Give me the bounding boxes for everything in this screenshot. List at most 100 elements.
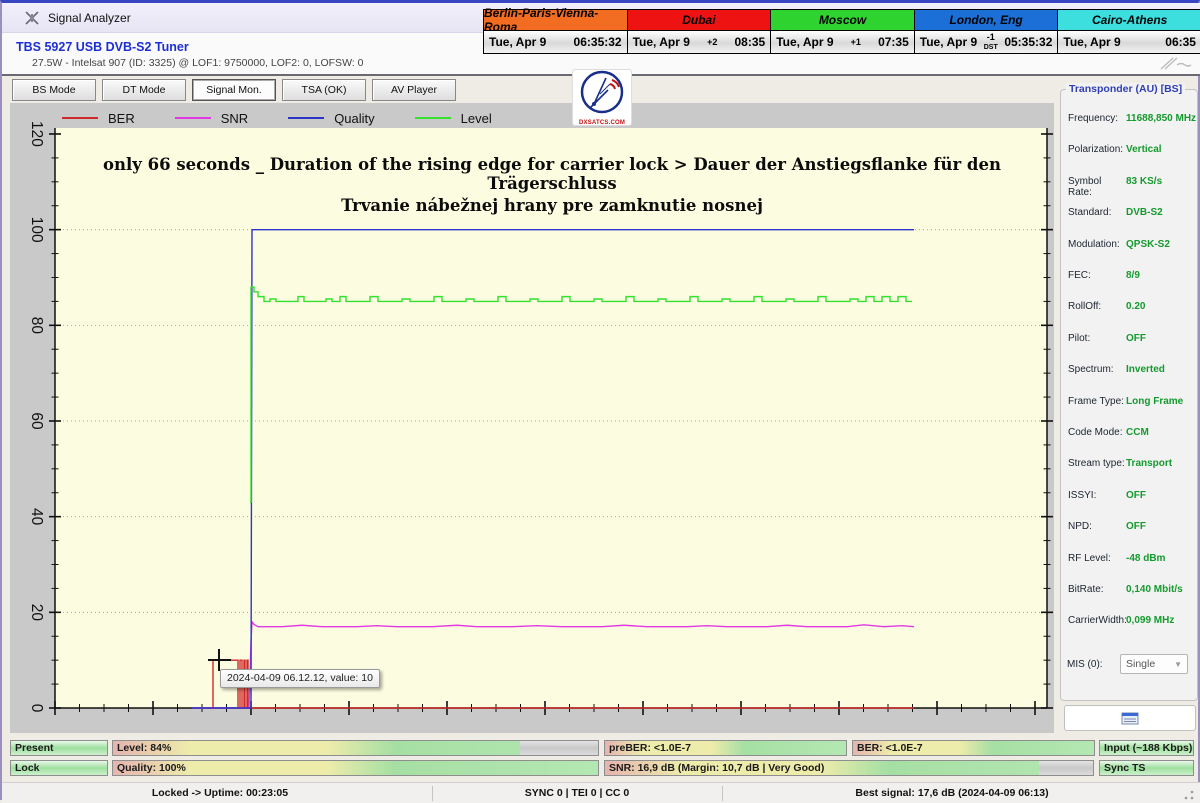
legend-quality: Quality	[288, 109, 374, 127]
clock-0: Berlin-Paris-Vienna-RomaTue, Apr 906:35:…	[483, 9, 628, 54]
dxsatcs-logo: DXSATCS.COM	[572, 69, 632, 126]
clock-time: 06:35:32	[574, 35, 622, 49]
lock-indicator: Lock	[10, 760, 108, 776]
transponder-field: FEC:8/9	[1061, 270, 1199, 281]
signature-watermark-icon	[1157, 55, 1193, 73]
clock-offset	[546, 38, 573, 47]
svg-text:0: 0	[28, 704, 45, 713]
svg-text:80: 80	[28, 317, 45, 335]
transponder-field: Code Mode:CCM	[1061, 427, 1199, 438]
clock-offset	[1121, 38, 1166, 47]
field-value: OFF	[1126, 333, 1146, 344]
clock-date: Tue, Apr 9	[920, 35, 977, 49]
clock-4: Cairo-AthensTue, Apr 906:35	[1058, 9, 1200, 54]
field-value: QPSK-S2	[1126, 239, 1170, 250]
chart-tooltip: 2024-04-09 06.12.12, value: 10	[220, 669, 380, 688]
clock-city: Moscow	[771, 10, 914, 31]
preber-bar: preBER: <1.0E-7	[604, 740, 847, 756]
transponder-field: RollOff:0.20	[1061, 301, 1199, 312]
field-label: Frame Type:	[1068, 396, 1126, 407]
field-value: Vertical	[1126, 144, 1162, 155]
field-value: 83 KS/s	[1126, 176, 1162, 198]
field-label: Frequency:	[1068, 113, 1126, 124]
clock-date: Tue, Apr 9	[1063, 35, 1120, 49]
transponder-field: NPD:OFF	[1061, 521, 1199, 532]
svg-text:40: 40	[28, 508, 45, 526]
clock-offset: -1DST	[977, 33, 1004, 52]
clock-offset: +2	[690, 38, 735, 47]
legend-line-icon	[62, 117, 98, 119]
transponder-field: BitRate:0,140 Mbit/s	[1061, 584, 1199, 595]
ber-bar: BER: <1.0E-7	[852, 740, 1095, 756]
legend-snr: SNR	[175, 109, 248, 127]
tuner-name: TBS 5927 USB DVB-S2 Tuner	[16, 40, 189, 54]
tab-signal-mon-[interactable]: Signal Mon.	[192, 79, 276, 101]
present-indicator: Present	[10, 740, 108, 756]
level-bar: Level: 84%	[112, 740, 599, 756]
field-label: Polarization:	[1068, 144, 1126, 155]
field-label: Symbol Rate:	[1068, 176, 1126, 198]
crosshair-cursor	[218, 649, 220, 671]
input-indicator: Input (~188 Kbps)	[1099, 740, 1194, 756]
syncts-indicator: Sync TS	[1099, 760, 1194, 776]
annotation-line2: Trvanie nábežnej hrany pre zamknutie nos…	[62, 196, 1042, 215]
clock-time: 06:35	[1165, 35, 1196, 49]
field-value: 0.20	[1126, 301, 1145, 312]
field-value: 0,140 Mbit/s	[1126, 584, 1183, 595]
app-icon	[24, 10, 40, 26]
mis-dropdown[interactable]: Single ▼	[1120, 654, 1188, 674]
field-label: CarrierWidth:	[1068, 615, 1126, 626]
tab-bs-mode[interactable]: BS Mode	[12, 79, 96, 101]
field-value: Long Frame	[1126, 396, 1183, 407]
transponder-field: Polarization:Vertical	[1061, 144, 1199, 155]
field-label: RollOff:	[1068, 301, 1126, 312]
field-value: Transport	[1126, 458, 1172, 469]
field-value: 11688,850 MHz	[1126, 113, 1196, 124]
field-value: OFF	[1126, 521, 1146, 532]
satellite-dish-icon	[580, 70, 624, 114]
svg-text:20: 20	[28, 604, 45, 622]
field-value: Inverted	[1126, 364, 1165, 375]
transponder-field: Stream type:Transport	[1061, 458, 1199, 469]
window-title: Signal Analyzer	[48, 11, 131, 25]
svg-text:60: 60	[28, 412, 45, 430]
world-clocks: Berlin-Paris-Vienna-RomaTue, Apr 906:35:…	[483, 9, 1200, 54]
tab-dt-mode[interactable]: DT Mode	[102, 79, 186, 101]
field-value: -48 dBm	[1126, 553, 1165, 564]
legend-level: Level	[415, 109, 492, 127]
resize-grip[interactable]	[1183, 789, 1195, 801]
field-label: NPD:	[1068, 521, 1126, 532]
transponder-field: Frame Type:Long Frame	[1061, 396, 1199, 407]
field-label: FEC:	[1068, 270, 1126, 281]
mis-row: MIS (0): Single ▼	[1067, 654, 1188, 674]
field-label: Standard:	[1068, 207, 1126, 218]
field-label: RF Level:	[1068, 553, 1126, 564]
list-icon	[1121, 712, 1139, 725]
logo-text: DXSATCS.COM	[573, 120, 631, 126]
transponder-field: Symbol Rate:83 KS/s	[1061, 176, 1199, 198]
transponder-list-button[interactable]	[1064, 705, 1196, 731]
transponder-field: Modulation:QPSK-S2	[1061, 239, 1199, 250]
field-label: Modulation:	[1068, 239, 1126, 250]
mis-value: Single	[1126, 658, 1155, 670]
field-label: Code Mode:	[1068, 427, 1126, 438]
clock-offset: +1	[834, 38, 879, 47]
tab-av-player[interactable]: AV Player	[372, 79, 456, 101]
field-value: OFF	[1126, 490, 1146, 501]
clock-3: London, EngTue, Apr 9-1DST05:35:32	[915, 9, 1059, 54]
tab-tsa-ok-[interactable]: TSA (OK)	[282, 79, 366, 101]
field-value: 8/9	[1126, 270, 1140, 281]
clock-date: Tue, Apr 9	[776, 35, 833, 49]
legend-ber: BER	[62, 109, 135, 127]
chart-annotation: only 66 seconds _ Duration of the rising…	[62, 155, 1042, 215]
mode-tabs: BS Mode DT Mode Signal Mon. TSA (OK) AV Play…	[12, 79, 456, 101]
transponder-panel-title: Transponder (AU) [BS]	[1066, 83, 1185, 95]
legend-line-icon	[415, 117, 451, 119]
clock-city: Dubai	[628, 10, 771, 31]
uptime-status: Locked -> Uptime: 00:23:05	[10, 787, 430, 799]
legend-line-icon	[288, 117, 324, 119]
chart-legend: BER SNR Quality Level	[62, 109, 492, 127]
signal-analyzer-window: { "window": { "title": "Signal Analyzer"…	[0, 0, 1200, 800]
transponder-field: ISSYI:OFF	[1061, 490, 1199, 501]
quality-bar: Quality: 100%	[112, 760, 599, 776]
